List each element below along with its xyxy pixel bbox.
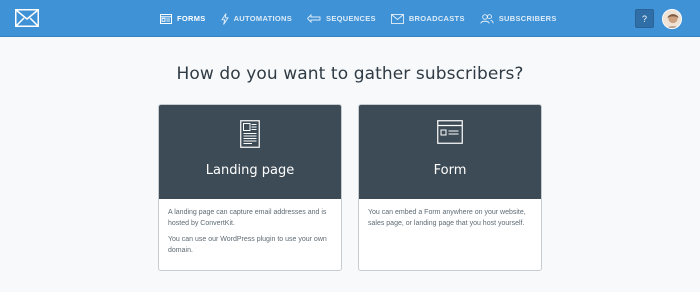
logo-envelope-icon[interactable] — [15, 9, 39, 27]
card-title: Landing page — [205, 163, 295, 178]
help-button[interactable]: ? — [635, 9, 654, 28]
nav-item-broadcasts[interactable]: BROADCASTS — [390, 0, 465, 37]
nav-item-label: FORMS — [177, 14, 206, 23]
card-header: Form — [359, 105, 541, 199]
users-icon — [480, 13, 494, 24]
nav-item-sequences[interactable]: SEQUENCES — [307, 0, 376, 37]
user-photo-icon — [663, 10, 681, 28]
page-heading: How do you want to gather subscribers? — [176, 64, 524, 84]
main-nav: FORMS AUTOMATIONS SEQUENCES BROADCASTS S… — [160, 0, 572, 37]
landing-page-icon — [240, 120, 260, 148]
card-title: Form — [433, 163, 467, 178]
form-card[interactable]: Form You can embed a Form anywhere on yo… — [358, 104, 542, 271]
card-header: Landing page — [159, 105, 341, 199]
nav-item-label: AUTOMATIONS — [233, 14, 293, 23]
lightning-icon — [220, 12, 229, 25]
nav-item-forms[interactable]: FORMS — [160, 0, 206, 37]
top-navigation-bar: FORMS AUTOMATIONS SEQUENCES BROADCASTS S… — [0, 0, 700, 37]
card-paragraph: A landing page can capture email address… — [168, 209, 327, 227]
envelope-icon — [390, 13, 404, 24]
nav-item-label: BROADCASTS — [408, 14, 465, 23]
landing-page-card[interactable]: Landing page A landing page can capture … — [158, 104, 342, 271]
form-window-icon — [437, 120, 463, 144]
nav-item-automations[interactable]: AUTOMATIONS — [220, 0, 293, 37]
nav-item-label: SUBSCRIBERS — [498, 14, 557, 23]
card-paragraph: You can embed a Form anywhere on your we… — [368, 209, 526, 227]
card-description: You can embed a Form anywhere on your we… — [368, 208, 536, 235]
avatar[interactable] — [662, 9, 682, 29]
nav-item-subscribers[interactable]: SUBSCRIBERS — [480, 0, 557, 37]
card-paragraph: You can use our WordPress plugin to use … — [168, 236, 327, 254]
card-description: A landing page can capture email address… — [168, 208, 336, 262]
sequence-icon — [307, 14, 321, 23]
form-icon — [160, 13, 172, 24]
nav-item-label: SEQUENCES — [326, 14, 376, 23]
